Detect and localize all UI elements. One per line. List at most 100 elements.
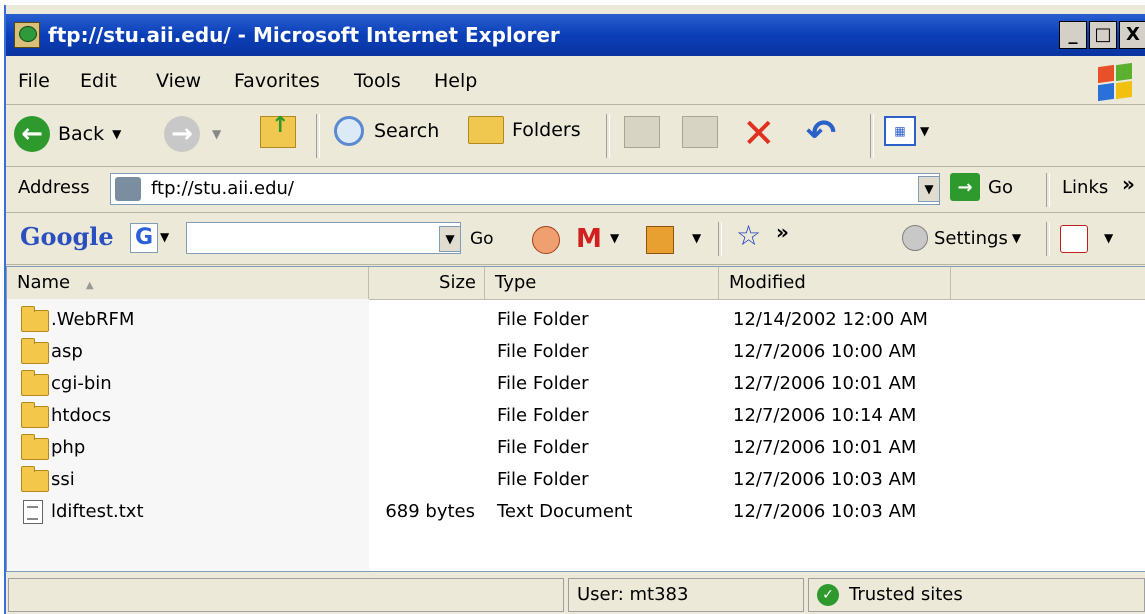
menu-file[interactable]: File	[18, 70, 50, 92]
column-size-label: Size	[439, 272, 476, 293]
views-button[interactable]: ▦ ▼	[884, 116, 929, 146]
status-user-panel: User: mt383	[568, 578, 804, 612]
delete-x-icon: ✕	[742, 111, 776, 157]
address-separator	[1046, 173, 1050, 207]
item-name: ldiftest.txt	[51, 501, 144, 522]
settings-button[interactable]: Settings ▼	[902, 225, 1021, 251]
menu-help[interactable]: Help	[434, 70, 477, 92]
ftp-site-icon	[115, 177, 141, 201]
search-button[interactable]: Search	[334, 116, 439, 146]
list-item[interactable]: ssi File Folder 12/7/2006 10:03 AM	[7, 465, 1145, 497]
item-modified: 12/7/2006 10:03 AM	[733, 469, 917, 490]
column-header-type[interactable]: Type	[485, 267, 719, 299]
address-input[interactable]: ftp://stu.aii.edu/	[110, 173, 940, 205]
window-controls: _ □ X	[1057, 21, 1145, 49]
address-dropdown-icon[interactable]: ▼	[918, 176, 940, 202]
google-menu-dropdown-icon[interactable]: ▼	[160, 230, 169, 244]
popup-blocker-dropdown-icon[interactable]: ▼	[692, 231, 701, 245]
column-header-size[interactable]: Size	[369, 267, 485, 299]
list-item[interactable]: cgi-bin File Folder 12/7/2006 10:01 AM	[7, 369, 1145, 401]
google-search-dropdown-icon[interactable]: ▼	[439, 226, 461, 252]
item-modified: 12/7/2006 10:14 AM	[733, 405, 917, 426]
move-to-button[interactable]	[624, 116, 660, 148]
forward-button[interactable]: → ▼	[164, 116, 221, 152]
title-bar[interactable]: ftp://stu.aii.edu/ - Microsoft Internet …	[6, 14, 1145, 56]
google-separator	[718, 222, 722, 256]
back-arrow-icon: ←	[14, 116, 50, 152]
pdf-icon[interactable]	[1060, 225, 1088, 253]
folder-icon	[21, 338, 49, 364]
menu-tools-label: Tools	[354, 70, 401, 92]
views-dropdown-icon[interactable]: ▼	[920, 124, 929, 138]
search-label: Search	[374, 120, 440, 142]
go-button[interactable]: → Go	[950, 173, 1013, 201]
google-search-input[interactable]	[186, 222, 461, 254]
settings-circle-icon	[902, 225, 928, 251]
item-name: .WebRFM	[51, 309, 135, 330]
list-item[interactable]: asp File Folder 12/7/2006 10:00 AM	[7, 337, 1145, 369]
pdf-dropdown-icon[interactable]: ▼	[1104, 231, 1113, 245]
back-dropdown-icon[interactable]: ▼	[112, 127, 121, 141]
ie-ftp-icon	[14, 22, 40, 48]
status-zone: Trusted sites	[849, 584, 963, 605]
status-zone-panel[interactable]: ✓ Trusted sites	[808, 578, 1145, 612]
popup-blocker-icon[interactable]	[646, 226, 674, 254]
menu-view[interactable]: View	[156, 70, 201, 92]
settings-label: Settings	[934, 227, 1008, 249]
links-chevron-icon[interactable]: »	[1122, 172, 1135, 196]
menu-edit[interactable]: Edit	[80, 70, 117, 92]
column-header-modified[interactable]: Modified	[719, 267, 951, 299]
column-type-label: Type	[495, 272, 537, 293]
minimize-button[interactable]: _	[1059, 21, 1087, 49]
settings-dropdown-icon: ▼	[1011, 231, 1022, 245]
google-logo[interactable]: Google	[20, 222, 114, 251]
copy-to-button[interactable]	[682, 116, 718, 148]
item-name: php	[51, 437, 86, 458]
address-bar: Address ftp://stu.aii.edu/ ▼ → Go Links …	[6, 168, 1145, 213]
bookmark-star-icon[interactable]: ☆	[736, 219, 761, 252]
menu-file-label: File	[18, 70, 50, 92]
address-label: Address	[18, 177, 90, 198]
maximize-button[interactable]: □	[1089, 21, 1117, 49]
menu-favorites[interactable]: Favorites	[234, 70, 320, 92]
trusted-check-icon: ✓	[817, 584, 839, 606]
go-label: Go	[988, 176, 1013, 198]
undo-button[interactable]: ↶	[806, 116, 836, 152]
views-icon: ▦	[884, 116, 916, 146]
file-list[interactable]: Name ▲ Size Type Modified .WebRFM File F…	[6, 266, 1145, 572]
links-button[interactable]: Links	[1062, 177, 1108, 198]
item-modified: 12/7/2006 10:01 AM	[733, 437, 917, 458]
list-item[interactable]: ldiftest.txt 689 bytes Text Document 12/…	[7, 497, 1145, 529]
delete-button[interactable]: ✕	[742, 111, 776, 157]
forward-dropdown-icon[interactable]: ▼	[212, 127, 221, 141]
column-name-label: Name	[17, 272, 71, 293]
toolbar-separator	[606, 114, 610, 158]
gmail-dropdown-icon[interactable]: ▼	[610, 231, 619, 245]
item-modified: 12/7/2006 10:01 AM	[733, 373, 917, 394]
folders-button[interactable]: Folders	[468, 116, 581, 144]
list-item[interactable]: php File Folder 12/7/2006 10:01 AM	[7, 433, 1145, 465]
column-header-name[interactable]: Name ▲	[7, 267, 369, 299]
google-more-chevron-icon[interactable]: »	[776, 220, 789, 244]
up-folder-icon: ↑	[260, 113, 296, 148]
item-name: htdocs	[51, 405, 112, 426]
close-button[interactable]: X	[1119, 21, 1145, 49]
menu-help-label: Help	[434, 70, 478, 92]
google-go-button[interactable]: Go	[470, 229, 494, 249]
google-g-icon[interactable]: G	[130, 223, 158, 253]
forward-arrow-icon: →	[164, 116, 200, 152]
google-toolbar: Google G ▼ ▼ Go M ▼ ▼ ☆ » Settings ▼ ▼	[6, 214, 1145, 265]
list-item[interactable]: htdocs File Folder 12/7/2006 10:14 AM	[7, 401, 1145, 433]
up-folder-button[interactable]: ↑	[260, 113, 296, 148]
go-arrow-icon: →	[950, 173, 980, 201]
gmail-icon[interactable]: M	[576, 224, 602, 254]
item-type: File Folder	[497, 405, 589, 426]
menu-tools[interactable]: Tools	[354, 70, 401, 92]
back-button[interactable]: ← Back ▼	[14, 116, 121, 152]
menu-bar: File Edit View Favorites Tools Help	[6, 60, 1145, 105]
window-title: ftp://stu.aii.edu/ - Microsoft Internet …	[48, 23, 560, 47]
list-item[interactable]: .WebRFM File Folder 12/14/2002 12:00 AM	[7, 305, 1145, 337]
ie-window: ftp://stu.aii.edu/ - Microsoft Internet …	[4, 5, 1145, 614]
news-icon[interactable]	[532, 226, 560, 254]
item-modified: 12/7/2006 10:03 AM	[733, 501, 917, 522]
